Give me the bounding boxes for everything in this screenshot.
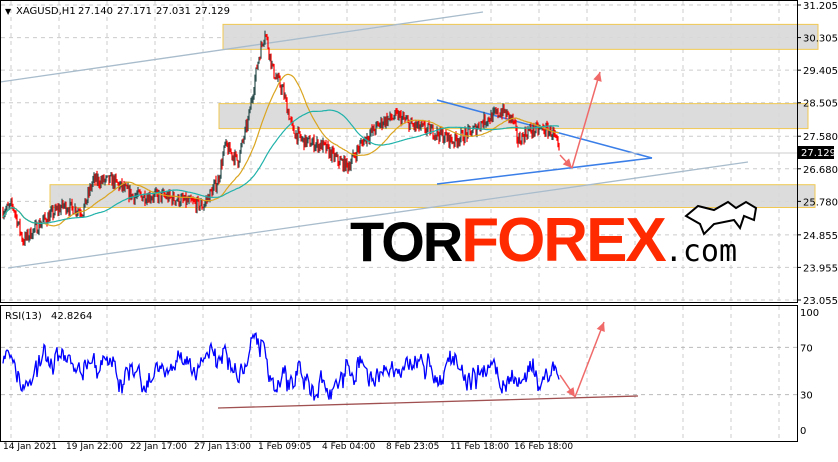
- ohlc-open: 27.140: [78, 6, 113, 17]
- time-tick-label: 14 Jan 2021: [3, 442, 57, 452]
- price-tick-label: 27.580: [803, 132, 838, 143]
- ohlc-close: 27.129: [195, 6, 230, 17]
- rsi-path: [2, 332, 560, 401]
- time-tick-label: 16 Feb 18:00: [514, 442, 573, 452]
- time-tick-label: 4 Feb 04:00: [322, 442, 376, 452]
- time-tick-label: 22 Jan 17:00: [130, 442, 187, 452]
- price-tick-label: 29.405: [803, 66, 838, 77]
- symbol-title: XAGUSD,H1: [16, 6, 76, 17]
- current-price-label: 27.129: [801, 148, 836, 159]
- price-tick-label: 23.955: [803, 263, 838, 274]
- price-tick-label: 28.505: [803, 99, 838, 110]
- logo-forex: FOREX: [461, 206, 667, 275]
- price-tick-label: 23.055: [803, 296, 838, 307]
- rsi-label: RSI(13): [5, 311, 42, 322]
- rsi-tick-label: 100: [800, 308, 819, 319]
- logo-com: .com: [664, 234, 738, 269]
- ohlc-low: 27.031: [156, 6, 191, 17]
- arrow-up-head: [593, 72, 602, 82]
- price-tick-label: 26.680: [803, 165, 838, 176]
- time-tick-label: 27 Jan 13:00: [194, 442, 251, 452]
- rsi-tick-label: 0: [800, 426, 806, 437]
- bull-icon: [684, 200, 758, 236]
- rsi-tick-label: 30: [800, 391, 813, 402]
- rsi-tick-label: 70: [800, 343, 813, 354]
- rsi-line: [2, 332, 560, 401]
- rsi-value: 42.8264: [51, 311, 92, 322]
- rsi-arrow-up: [574, 321, 605, 398]
- chart-window: 31.205 30.305 29.405 28.505 27.580 26.680 25.7…: [0, 0, 838, 458]
- rsi-support-line: [217, 395, 639, 409]
- price-tick-label: 24.855: [803, 231, 838, 242]
- rsi-arrow-down-head: [566, 387, 575, 397]
- time-tick-label: 11 Feb 18:00: [450, 442, 509, 452]
- torforex-logo: TORFOREX.com: [350, 205, 737, 275]
- time-tick-label: 1 Feb 09:05: [258, 442, 311, 452]
- ohlc-high: 27.171: [117, 6, 152, 17]
- time-axis[interactable]: 14 Jan 2021 19 Jan 22:00 22 Jan 17:00 27 Ja…: [3, 442, 573, 452]
- price-tick-label: 25.780: [803, 197, 838, 208]
- price-tick-label: 31.205: [803, 1, 838, 12]
- collapse-triangle-icon[interactable]: ▼: [5, 7, 12, 16]
- rsi-axis: 100 70 30 0: [800, 308, 819, 437]
- logo-tor: TOR: [350, 210, 463, 273]
- rsi-panel-border: [0, 305, 798, 442]
- time-tick-label: 19 Jan 22:00: [66, 442, 123, 452]
- price-tick-label: 30.305: [803, 34, 838, 45]
- price-zones[interactable]: [49, 23, 819, 209]
- time-tick-label: 8 Feb 23:05: [386, 442, 439, 452]
